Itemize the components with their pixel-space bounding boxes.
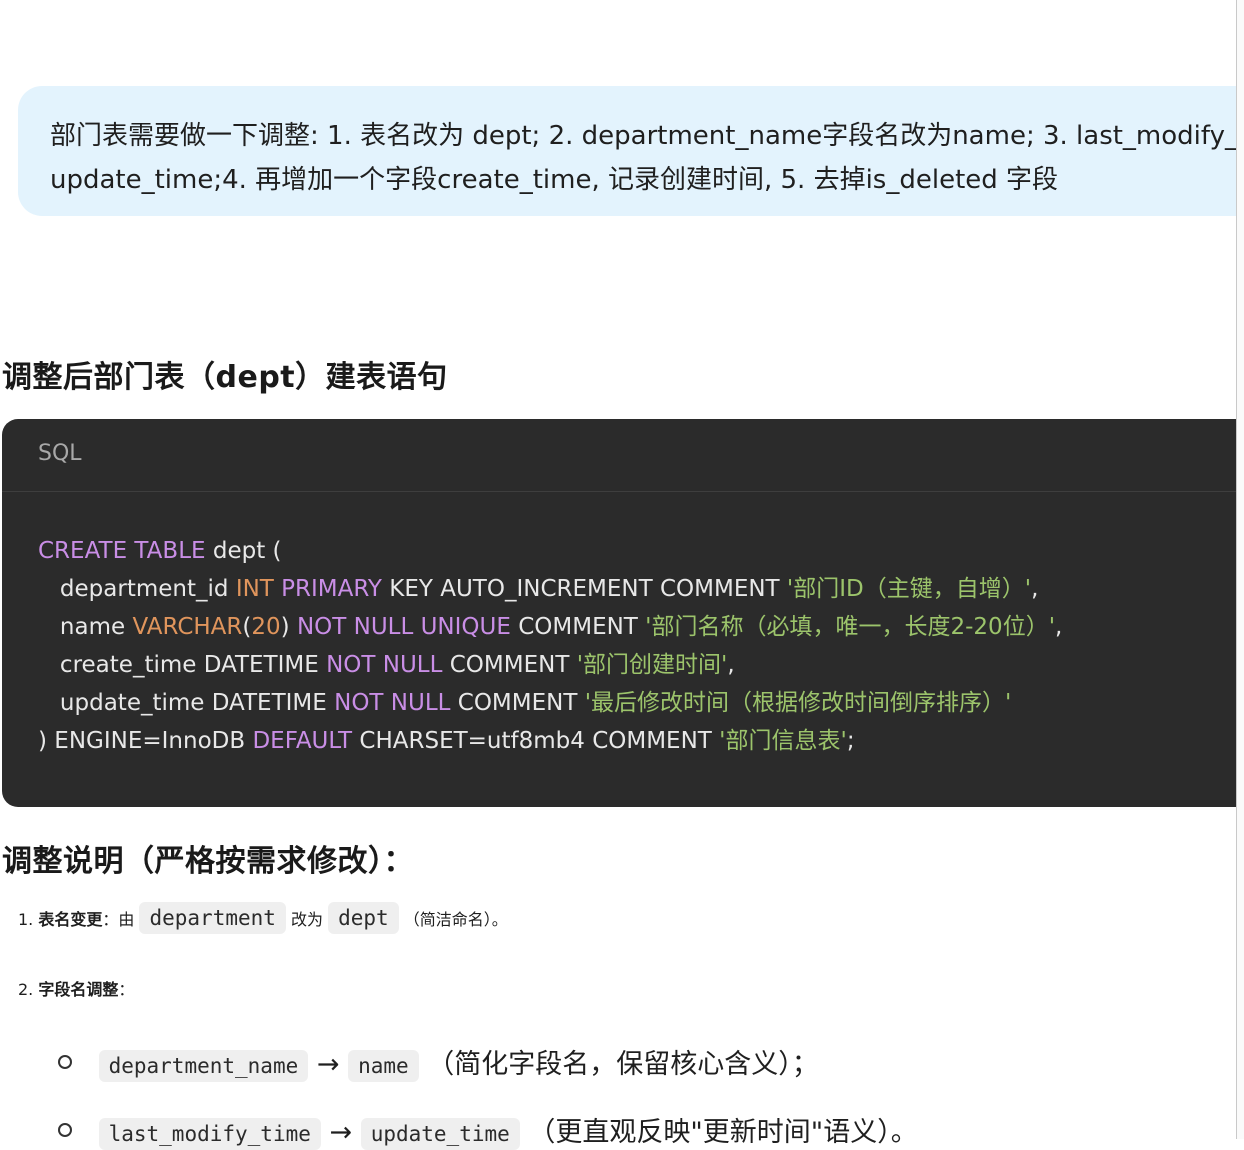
arrow: → [329, 1117, 353, 1148]
code-token: '部门创建时间' [576, 652, 728, 678]
code-token: PRIMARY [281, 576, 382, 602]
code-content[interactable]: CREATE TABLE dept ( department_id INT PR… [2, 492, 1244, 760]
inline-code: last_modify_time [98, 1118, 321, 1150]
arrow: → [316, 1049, 340, 1080]
code-token: COMMENT [450, 690, 585, 716]
code-line: ) ENGINE=InnoDB DEFAULT CHARSET=utf8mb4 … [38, 722, 1244, 760]
note-text: ：由 [102, 910, 135, 929]
note-text: ： [118, 980, 135, 999]
code-token: ; [846, 728, 855, 754]
code-line: name VARCHAR(20) NOT NULL UNIQUE COMMENT… [38, 608, 1244, 646]
note-number: 1. [18, 910, 34, 929]
inline-code: dept [328, 902, 399, 934]
hollow-bullet-icon [58, 1054, 72, 1069]
note-subitem-2: last_modify_time → update_time （更直观反映"更新… [58, 1110, 918, 1150]
code-block[interactable]: SQL CREATE TABLE dept ( department_id IN… [2, 419, 1244, 807]
code-token: name [38, 614, 133, 640]
code-token: COMMENT [510, 614, 646, 640]
section-title-notes: 调整说明（严格按需求修改）： [2, 844, 414, 879]
code-token: CREATE TABLE [38, 538, 206, 564]
note-text: 改为 [291, 910, 324, 929]
note-item-2: 2. 字段名调整： [18, 976, 134, 1000]
section-title-create-table: 调整后部门表（dept）建表语句 [2, 360, 448, 395]
code-token: '部门名称（必填，唯一，长度2-20位）' [645, 614, 1056, 640]
hollow-bullet-icon [58, 1122, 72, 1137]
code-line: create_time DATETIME NOT NULL COMMENT '部… [38, 646, 1244, 684]
user-message-bubble: 部门表需要做一下调整: 1. 表名改为 dept; 2. department_… [18, 86, 1244, 216]
inline-code: name [348, 1050, 419, 1082]
code-token: KEY AUTO_INCREMENT COMMENT [381, 576, 787, 602]
code-token: '部门ID（主键，自增）' [786, 576, 1032, 602]
code-line: department_id INT PRIMARY KEY AUTO_INCRE… [38, 570, 1244, 608]
code-token: VARCHAR [132, 614, 243, 640]
code-token: ) [280, 614, 297, 640]
code-token: ) ENGINE=InnoDB [38, 728, 253, 754]
note-item-1: 1. 表名变更：由 department 改为 dept （简洁命名）。 [18, 902, 508, 934]
code-token: NOT NULL UNIQUE [296, 614, 511, 640]
user-message-line-2: update_time;4. 再增加一个字段create_time, 记录创建时… [50, 165, 1059, 195]
note-bold-label: 字段名调整 [38, 980, 119, 999]
note-bold-label: 表名变更 [38, 910, 103, 929]
code-line: CREATE TABLE dept ( [38, 532, 1244, 570]
window-right-edge [1236, 0, 1244, 1139]
code-token: CHARSET=utf8mb4 COMMENT [352, 728, 720, 754]
note-text: （简化字段名，保留核心含义）； [427, 1049, 819, 1080]
note-subitem-1: department_name → name （简化字段名，保留核心含义）； [58, 1042, 819, 1082]
note-text: （简洁命名）。 [403, 910, 508, 929]
code-token: , [1031, 576, 1039, 602]
code-token: update_time DATETIME [38, 690, 335, 716]
inline-code: department [139, 902, 286, 934]
code-token: 20 [251, 614, 281, 640]
code-token: DEFAULT [252, 728, 353, 754]
code-line: update_time DATETIME NOT NULL COMMENT '最… [38, 684, 1244, 722]
code-language-label: SQL [2, 419, 1244, 492]
inline-code: department_name [98, 1050, 309, 1082]
code-token: '最后修改时间（根据修改时间倒序排序）' [584, 690, 1012, 716]
inline-code: update_time [360, 1118, 520, 1150]
code-token: , [1055, 614, 1063, 640]
code-token: department_id [38, 576, 236, 602]
code-token: NOT NULL [326, 652, 443, 678]
code-token: create_time DATETIME [38, 652, 327, 678]
code-token: '部门信息表' [719, 728, 847, 754]
code-token: NOT NULL [334, 690, 451, 716]
note-text: （更直观反映"更新时间"语义）。 [528, 1117, 918, 1148]
code-token: COMMENT [442, 652, 577, 678]
code-token: dept ( [205, 538, 282, 564]
user-message-line-1: 部门表需要做一下调整: 1. 表名改为 dept; 2. department_… [50, 121, 1238, 151]
code-token: , [727, 652, 735, 678]
code-token: INT [235, 576, 274, 602]
note-number: 2. [18, 980, 34, 999]
